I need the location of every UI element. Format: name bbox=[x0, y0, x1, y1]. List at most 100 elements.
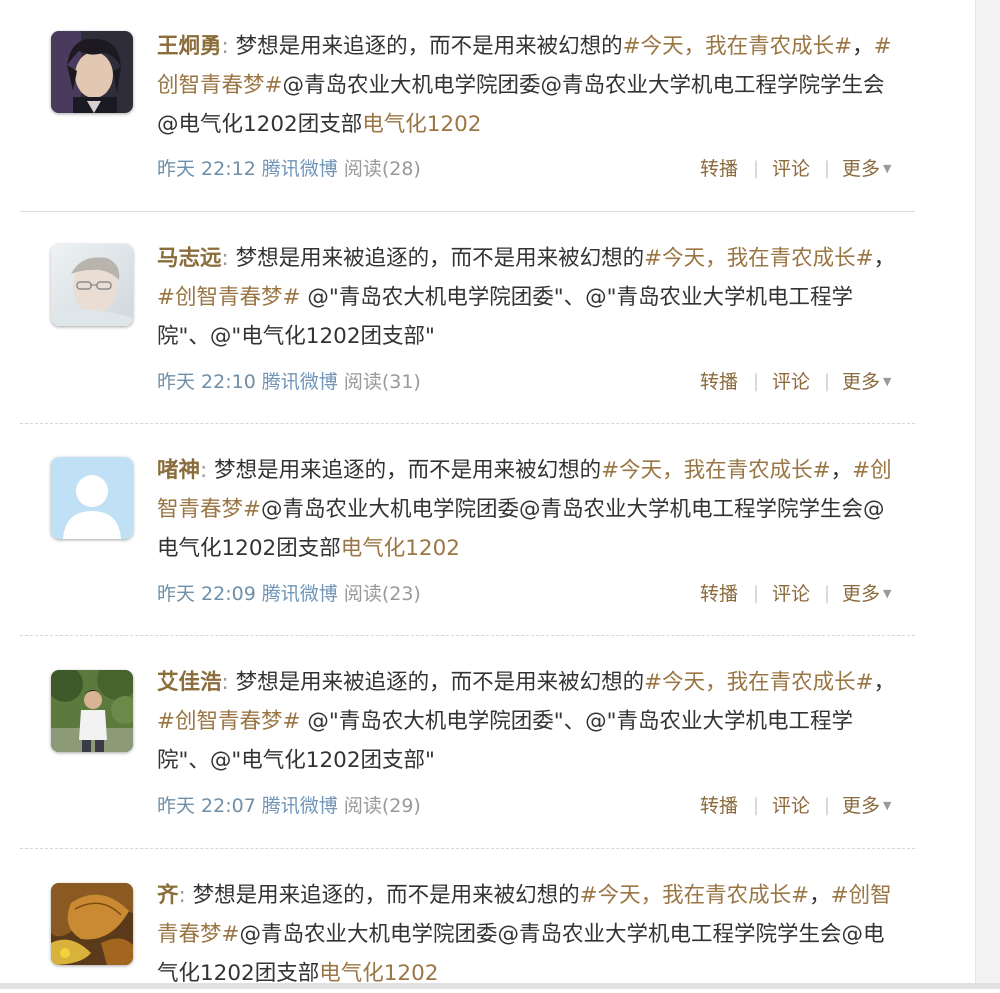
author-name[interactable]: 王炯勇 bbox=[157, 34, 222, 59]
post-actions: 转播 | 评论 | 更多 ▼ bbox=[700, 367, 900, 397]
more-label: 更多 bbox=[842, 158, 881, 180]
post-meta: 昨天 22:07 腾讯微博 阅读(29) bbox=[157, 791, 421, 821]
more-button[interactable]: 更多 ▼ bbox=[842, 154, 891, 187]
post-text: 马志远: 梦想是用来被追逐的，而不是用来被幻想的#今天，我在青农成长#， #创智青… bbox=[157, 239, 902, 356]
read-count: 阅读(29) bbox=[343, 795, 421, 817]
post-source[interactable]: 腾讯微博 bbox=[262, 371, 338, 393]
post-segment: @青岛农业大机电学院团委@青岛农业大学机电工程学院学生会@电气化1202团支部 bbox=[157, 922, 885, 986]
post-segment: ， bbox=[809, 883, 831, 908]
post-source[interactable]: 腾讯微博 bbox=[262, 583, 338, 605]
read-count: 阅读(28) bbox=[343, 158, 421, 180]
post-actions: 转播 | 评论 | 更多 ▼ bbox=[700, 791, 900, 821]
avatar-portrait-image bbox=[51, 31, 133, 113]
action-separator: | bbox=[753, 795, 760, 816]
post-segment: ， bbox=[852, 34, 874, 59]
action-separator: | bbox=[753, 583, 760, 604]
repost-button[interactable]: 转播 bbox=[700, 791, 738, 821]
user-avatar[interactable] bbox=[51, 457, 133, 539]
author-name[interactable]: 啫神 bbox=[157, 458, 200, 483]
post-segment: 梦想是用来追逐的，而不是用来被幻想的 bbox=[214, 458, 602, 483]
post-segment: ， bbox=[830, 458, 853, 483]
repost-button[interactable]: 转播 bbox=[700, 367, 738, 397]
action-separator: | bbox=[753, 158, 760, 179]
author-name[interactable]: 齐 bbox=[157, 883, 179, 908]
group-link[interactable]: 电气化1202 bbox=[341, 536, 460, 561]
author-colon: : bbox=[221, 670, 229, 695]
post-item: 艾佳浩: 梦想是用来被追逐的，而不是用来被幻想的#今天，我在青农成长#， #创智青… bbox=[0, 636, 975, 848]
post-segment: 梦想是用来被追逐的，而不是用来被幻想的 bbox=[235, 670, 645, 695]
caret-down-icon: ▼ bbox=[883, 162, 892, 175]
user-avatar[interactable] bbox=[51, 883, 133, 965]
author-colon: : bbox=[221, 246, 229, 271]
post-text: 王炯勇: 梦想是用来追逐的，而不是用来被幻想的#今天，我在青农成长#，#创智青春… bbox=[157, 27, 902, 144]
comment-button[interactable]: 评论 bbox=[772, 791, 810, 821]
post-actions: 转播 | 评论 | 更多 ▼ bbox=[700, 154, 900, 184]
post-time[interactable]: 昨天 22:10 bbox=[157, 371, 256, 393]
caret-down-icon: ▼ bbox=[883, 799, 892, 812]
author-colon: : bbox=[178, 883, 186, 908]
more-button[interactable]: 更多 ▼ bbox=[842, 579, 891, 612]
post-meta: 昨天 22:10 腾讯微博 阅读(31) bbox=[157, 367, 421, 397]
topic-link[interactable]: #今天，我在青农成长# bbox=[601, 458, 831, 483]
avatar-leaves-image bbox=[51, 883, 133, 965]
action-separator: | bbox=[824, 158, 831, 179]
topic-link[interactable]: #今天，我在青农成长# bbox=[644, 246, 874, 271]
comment-button[interactable]: 评论 bbox=[772, 367, 810, 397]
post-segment: @青岛农业大机电学院团委@青岛农业大学机电工程学院学生会@电气化1202团支部 bbox=[157, 497, 885, 561]
page-side-gutter bbox=[975, 0, 1000, 989]
user-avatar[interactable] bbox=[51, 31, 133, 113]
author-colon: : bbox=[221, 34, 229, 59]
post-segment: 梦想是用来追逐的，而不是用来被幻想的 bbox=[235, 34, 623, 59]
more-button[interactable]: 更多 ▼ bbox=[842, 791, 891, 824]
post-source[interactable]: 腾讯微博 bbox=[262, 795, 338, 817]
more-label: 更多 bbox=[842, 583, 881, 605]
more-button[interactable]: 更多 ▼ bbox=[842, 367, 891, 400]
comment-button[interactable]: 评论 bbox=[772, 154, 810, 184]
topic-link[interactable]: #今天，我在青农成长# bbox=[644, 670, 874, 695]
action-separator: | bbox=[824, 371, 831, 392]
user-avatar[interactable] bbox=[51, 670, 133, 752]
post-text: 啫神: 梦想是用来追逐的，而不是用来被幻想的#今天，我在青农成长#，#创智青春梦… bbox=[157, 451, 902, 568]
read-count: 阅读(31) bbox=[343, 371, 421, 393]
user-avatar[interactable] bbox=[51, 244, 133, 326]
microblog-feed: 王炯勇: 梦想是用来追逐的，而不是用来被幻想的#今天，我在青农成长#，#创智青春… bbox=[0, 0, 975, 989]
author-name[interactable]: 马志远 bbox=[157, 246, 222, 271]
post-text: 齐: 梦想是用来追逐的，而不是用来被幻想的#今天，我在青农成长#，#创智青春梦#… bbox=[157, 876, 902, 993]
read-count: 阅读(23) bbox=[343, 583, 421, 605]
post-meta: 昨天 22:09 腾讯微博 阅读(23) bbox=[157, 579, 421, 609]
post-meta: 昨天 22:12 腾讯微博 阅读(28) bbox=[157, 154, 421, 184]
more-label: 更多 bbox=[842, 795, 881, 817]
post-source[interactable]: 腾讯微博 bbox=[262, 158, 338, 180]
post-item: 啫神: 梦想是用来追逐的，而不是用来被幻想的#今天，我在青农成长#，#创智青春梦… bbox=[0, 424, 975, 636]
comment-button[interactable]: 评论 bbox=[772, 579, 810, 609]
more-label: 更多 bbox=[842, 371, 881, 393]
action-separator: | bbox=[824, 583, 831, 604]
post-time[interactable]: 昨天 22:09 bbox=[157, 583, 256, 605]
topic-link[interactable]: #创智青春梦# bbox=[157, 285, 301, 310]
topic-link[interactable]: #创智青春梦# bbox=[157, 709, 301, 734]
avatar-portrait-image bbox=[51, 244, 133, 326]
post-item: 马志远: 梦想是用来被追逐的，而不是用来被幻想的#今天，我在青农成长#， #创智青… bbox=[0, 212, 975, 424]
topic-link[interactable]: #今天，我在青农成长# bbox=[623, 34, 853, 59]
post-segment: 梦想是用来追逐的，而不是用来被幻想的 bbox=[192, 883, 580, 908]
group-link[interactable]: 电气化1202 bbox=[362, 112, 481, 137]
horizontal-scrollbar[interactable] bbox=[0, 983, 1000, 989]
author-name[interactable]: 艾佳浩 bbox=[157, 670, 222, 695]
avatar-photo-image bbox=[51, 670, 133, 752]
post-segment: ， bbox=[873, 246, 896, 271]
topic-link[interactable]: #今天，我在青农成长# bbox=[580, 883, 810, 908]
repost-button[interactable]: 转播 bbox=[700, 579, 738, 609]
caret-down-icon: ▼ bbox=[883, 587, 892, 600]
post-segment: 梦想是用来被追逐的，而不是用来被幻想的 bbox=[235, 246, 645, 271]
author-colon: : bbox=[200, 458, 208, 483]
action-separator: | bbox=[753, 371, 760, 392]
post-time[interactable]: 昨天 22:12 bbox=[157, 158, 256, 180]
repost-button[interactable]: 转播 bbox=[700, 154, 738, 184]
action-separator: | bbox=[824, 795, 831, 816]
default-user-icon bbox=[51, 457, 133, 539]
post-segment: ， bbox=[873, 670, 896, 695]
caret-down-icon: ▼ bbox=[883, 375, 892, 388]
post-actions: 转播 | 评论 | 更多 ▼ bbox=[700, 579, 900, 609]
post-item: 齐: 梦想是用来追逐的，而不是用来被幻想的#今天，我在青农成长#，#创智青春梦#… bbox=[0, 849, 975, 989]
post-time[interactable]: 昨天 22:07 bbox=[157, 795, 256, 817]
